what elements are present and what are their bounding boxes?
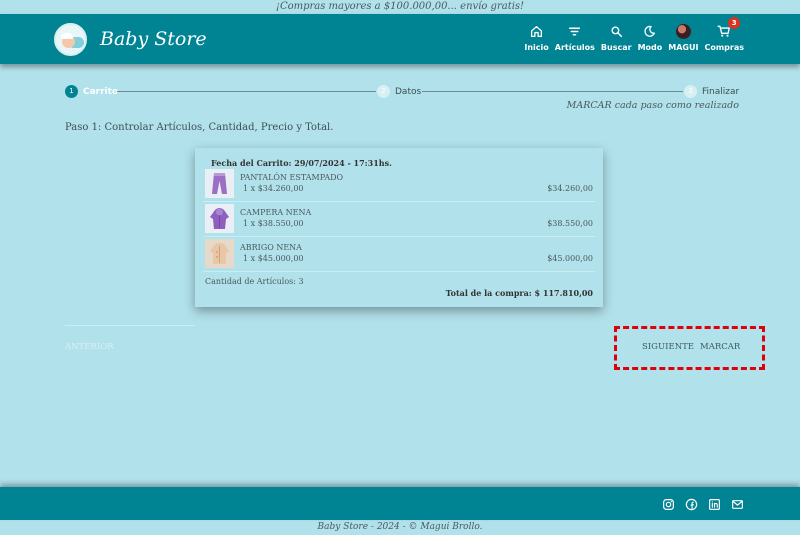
nav-compras-label: Compras [704,43,744,52]
footer-copyright: Baby Store - 2024 - © Magui Brollo. [317,522,483,532]
mail-icon[interactable] [730,497,744,511]
next-button[interactable]: SIGUIENTE [642,342,694,352]
nav-buscar[interactable]: Buscar [601,22,632,54]
cart-item: PANTALÓN ESTAMPADO 1 x $34.260,00 $34.26… [203,168,595,202]
cart-count-badge: 3 [728,17,741,29]
step-connector [117,91,376,92]
facebook-icon[interactable] [684,497,698,511]
nav-compras[interactable]: 3 Compras [704,17,744,54]
step-instruction: Paso 1: Controlar Artículos, Cantidad, P… [65,122,334,133]
top-header: Baby Store Inicio Artículos Buscar Modo [0,14,800,64]
cart-total: Total de la compra: $ 117.810,00 [445,288,593,298]
step-2-label[interactable]: Datos [395,86,421,98]
nav-user[interactable]: MAGUI [668,22,698,54]
nav-buscar-label: Buscar [600,43,632,52]
mark-button[interactable]: MARCAR [700,342,740,352]
step-3-number[interactable]: 3 [684,85,697,98]
home-icon [529,22,545,40]
divider [65,325,195,326]
cart-date: Fecha del Carrito: 29/07/2024 - 17:31hs. [211,158,392,168]
nav-inicio-label: Inicio [524,43,549,52]
nav-modo[interactable]: Modo [637,22,663,54]
filter-icon [567,22,583,40]
coat-thumbnail [205,239,234,268]
search-icon [608,22,624,40]
jacket-thumbnail [205,204,234,233]
instagram-icon[interactable] [661,497,675,511]
item-name: ABRIGO NENA [240,243,302,252]
item-subtotal: $34.260,00 [547,184,593,193]
cart-summary-card: Fecha del Carrito: 29/07/2024 - 17:31hs.… [195,148,603,307]
item-subtotal: $38.550,00 [547,219,593,228]
pants-thumbnail [205,169,234,198]
previous-button[interactable]: ANTERIOR [65,342,114,352]
step-3-label[interactable]: Finalizar [702,86,739,98]
cart-item: ABRIGO NENA 1 x $45.000,00 $45.000,00 [203,238,595,272]
cart-item: CAMPERA NENA 1 x $38.550,00 $38.550,00 [203,203,595,237]
cart-icon: 3 [716,17,741,40]
main-nav: Inicio Artículos Buscar Modo MAGUI 3 Com… [524,17,744,54]
step-1-number[interactable]: 1 [65,85,78,98]
item-subtotal: $45.000,00 [547,254,593,263]
avatar [675,23,691,39]
promo-banner: ¡Compras mayores a $100.000,00... envío … [0,0,800,14]
moon-icon [642,22,658,40]
nav-articulos[interactable]: Artículos [555,22,595,54]
step-1-label[interactable]: Carrito [83,86,118,98]
item-name: PANTALÓN ESTAMPADO [240,173,344,182]
item-name: CAMPERA NENA [240,208,312,217]
nav-user-label: MAGUI [668,43,699,52]
checkout-stepper: 1 Carrito 2 Datos 3 Finalizar [65,85,739,99]
cart-item-count: Cantidad de Artículos: 3 [205,277,304,286]
footer-bar [0,487,800,520]
item-quantity: 1 x $34.260,00 [243,184,304,193]
nav-inicio[interactable]: Inicio [524,22,549,54]
nav-modo-label: Modo [637,43,663,52]
stepper-hint: MARCAR cada paso como realizado [566,100,739,111]
item-quantity: 1 x $38.550,00 [243,219,304,228]
brand-title[interactable]: Baby Store [100,26,207,52]
step-connector [422,91,683,92]
social-links [661,497,744,511]
nav-articulos-label: Artículos [554,43,595,52]
step-2-number[interactable]: 2 [377,85,390,98]
logo-icon[interactable] [54,23,87,56]
linkedin-icon[interactable] [707,497,721,511]
item-quantity: 1 x $45.000,00 [243,254,304,263]
